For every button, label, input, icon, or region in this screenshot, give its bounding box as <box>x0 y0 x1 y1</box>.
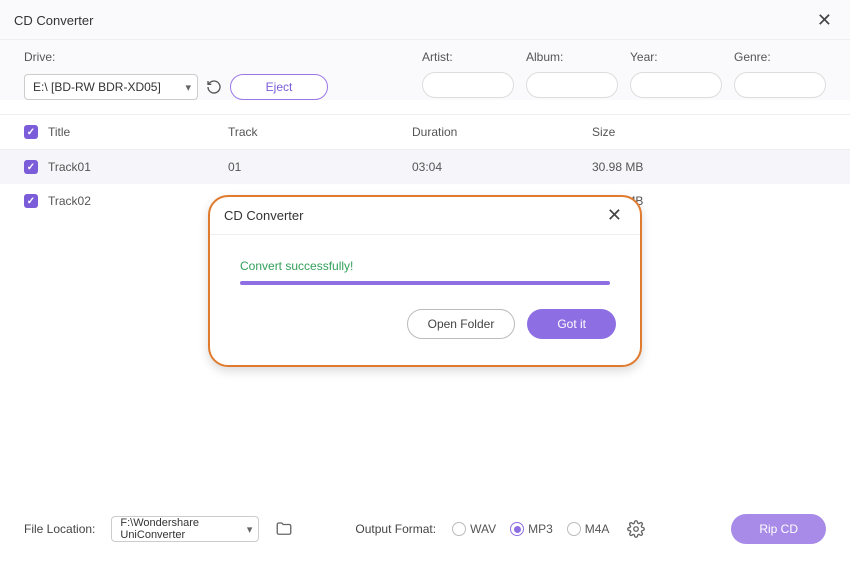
app-header: CD Converter ✕ <box>0 0 850 40</box>
artist-label: Artist: <box>422 50 514 64</box>
drive-select[interactable]: E:\ [BD-RW BDR-XD05] <box>24 74 198 100</box>
row-checkbox[interactable] <box>24 160 38 174</box>
folder-icon[interactable] <box>275 520 293 538</box>
file-location-select[interactable]: F:\Wondershare UniConverter <box>111 516 259 542</box>
artist-input[interactable] <box>422 72 514 98</box>
genre-input[interactable] <box>734 72 826 98</box>
cell-title: Track01 <box>48 160 228 174</box>
col-track: Track <box>228 125 412 139</box>
open-folder-button[interactable]: Open Folder <box>407 309 516 339</box>
radio-wav[interactable]: WAV <box>452 522 496 536</box>
cell-track: 01 <box>228 160 412 174</box>
got-it-button[interactable]: Got it <box>527 309 616 339</box>
col-size: Size <box>592 125 826 139</box>
select-all-checkbox[interactable] <box>24 125 38 139</box>
radio-mp3[interactable]: MP3 <box>510 522 553 536</box>
col-duration: Duration <box>412 125 592 139</box>
close-icon[interactable]: ✕ <box>603 205 626 226</box>
toolbar: Drive: E:\ [BD-RW BDR-XD05] Eject Artist… <box>0 40 850 100</box>
file-location-label: File Location: <box>24 522 95 536</box>
col-title: Title <box>48 125 228 139</box>
modal-message: Convert successfully! <box>240 259 610 273</box>
year-label: Year: <box>630 50 722 64</box>
success-modal: CD Converter ✕ Convert successfully! Ope… <box>208 195 642 367</box>
drive-value: E:\ [BD-RW BDR-XD05] <box>33 80 161 94</box>
cell-size: 30.98 MB <box>592 160 826 174</box>
footer: File Location: F:\Wondershare UniConvert… <box>0 502 850 562</box>
album-input[interactable] <box>526 72 618 98</box>
settings-icon[interactable] <box>627 520 645 538</box>
radio-m4a[interactable]: M4A <box>567 522 610 536</box>
cell-title: Track02 <box>48 194 228 208</box>
output-format-label: Output Format: <box>355 522 436 536</box>
table-header: Title Track Duration Size <box>0 114 850 150</box>
format-radio-group: WAV MP3 M4A <box>452 520 645 538</box>
year-input[interactable] <box>630 72 722 98</box>
rip-cd-button[interactable]: Rip CD <box>731 514 826 544</box>
modal-header: CD Converter ✕ <box>210 197 640 235</box>
row-checkbox[interactable] <box>24 194 38 208</box>
close-icon[interactable]: ✕ <box>813 8 836 33</box>
drive-label: Drive: <box>24 50 344 64</box>
eject-button[interactable]: Eject <box>230 74 328 100</box>
refresh-icon[interactable] <box>206 79 222 95</box>
cell-duration: 03:04 <box>412 160 592 174</box>
table-row[interactable]: Track01 01 03:04 30.98 MB <box>0 150 850 184</box>
app-title: CD Converter <box>14 13 93 28</box>
album-label: Album: <box>526 50 618 64</box>
file-location-value: F:\Wondershare UniConverter <box>120 517 238 541</box>
modal-title: CD Converter <box>224 208 303 223</box>
genre-label: Genre: <box>734 50 826 64</box>
